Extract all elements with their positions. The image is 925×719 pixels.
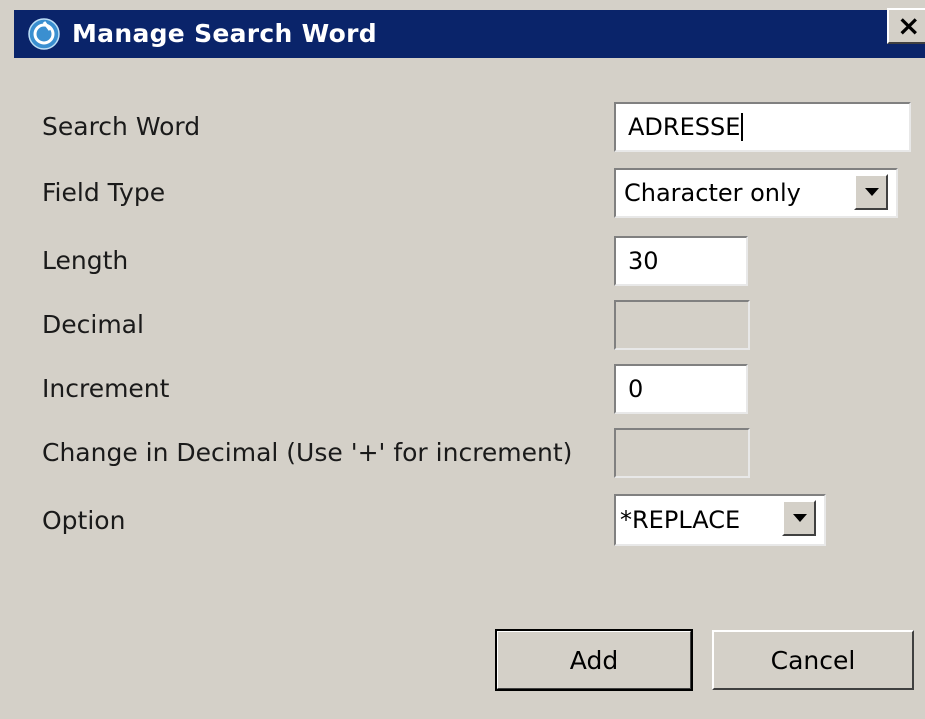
length-input[interactable]: 30	[614, 236, 748, 286]
decimal-label: Decimal	[42, 310, 144, 339]
field-type-select[interactable]: Character only	[614, 168, 898, 218]
search-word-label: Search Word	[42, 112, 201, 141]
cancel-button[interactable]: Cancel	[712, 630, 914, 690]
window-title: Manage Search Word	[72, 19, 377, 48]
field-type-label: Field Type	[42, 178, 166, 207]
option-label: Option	[42, 506, 126, 535]
length-label: Length	[42, 246, 129, 275]
manage-search-word-dialog: Manage Search Word × Search Word ADRESSE…	[0, 0, 925, 719]
change-in-decimal-input[interactable]	[614, 428, 750, 478]
search-word-value: ADRESSE	[628, 113, 741, 141]
increment-label: Increment	[42, 374, 170, 403]
text-caret	[741, 113, 744, 141]
title-bar: Manage Search Word	[14, 10, 925, 58]
length-value: 30	[628, 247, 659, 275]
increment-value: 0	[628, 375, 644, 403]
close-button[interactable]: ×	[887, 8, 925, 44]
add-button[interactable]: Add	[495, 629, 693, 691]
chevron-down-icon[interactable]	[782, 500, 816, 536]
close-icon: ×	[897, 9, 921, 42]
change-in-decimal-label: Change in Decimal (Use '+' for increment…	[42, 438, 573, 467]
field-type-value: Character only	[624, 179, 801, 207]
app-logo-icon	[28, 18, 60, 50]
option-select[interactable]: *REPLACE	[614, 494, 826, 546]
increment-input[interactable]: 0	[614, 364, 748, 414]
option-value: *REPLACE	[620, 506, 741, 534]
decimal-input[interactable]	[614, 300, 750, 350]
chevron-down-icon[interactable]	[854, 174, 888, 210]
search-word-input[interactable]: ADRESSE	[614, 102, 911, 152]
